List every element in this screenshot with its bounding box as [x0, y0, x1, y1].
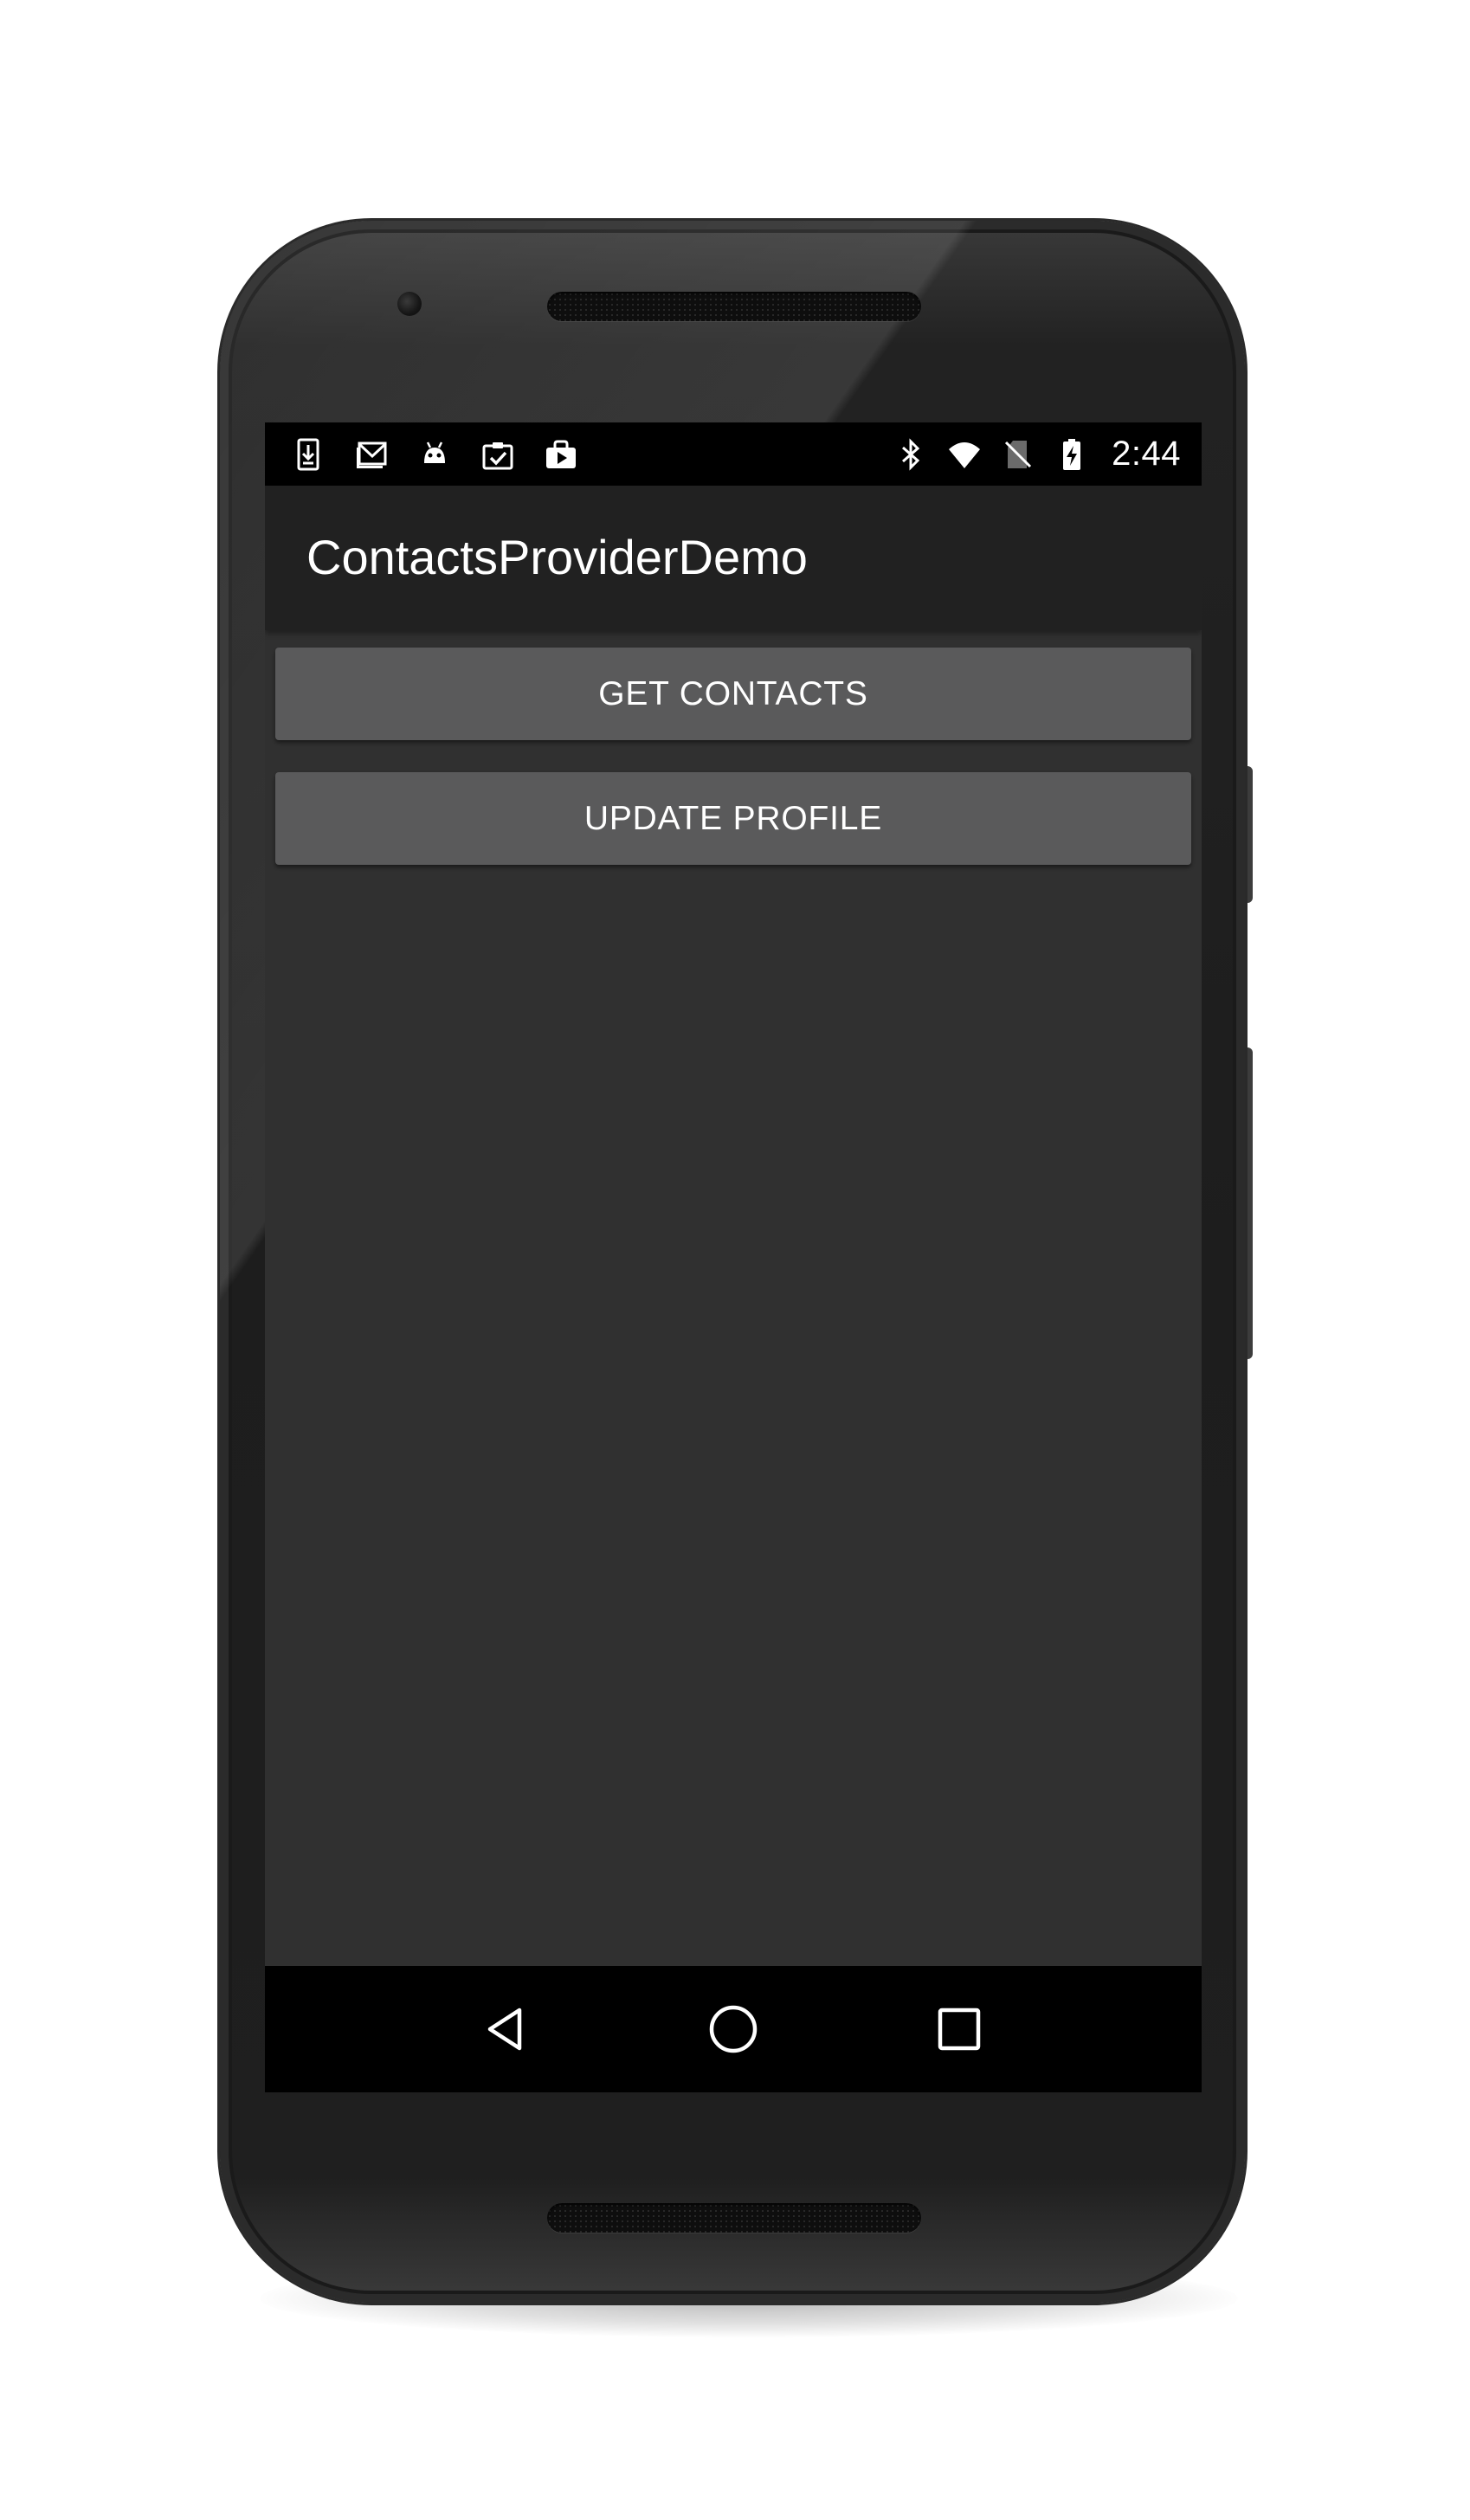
no-sim-icon: [1001, 437, 1035, 472]
play-store-icon: [544, 437, 578, 472]
app-title: ContactsProviderDemo: [306, 530, 808, 584]
system-icons: 2:44: [893, 422, 1181, 486]
status-clock: 2:44: [1112, 435, 1181, 473]
notification-icons: [291, 422, 578, 486]
battery-charging-icon: [1054, 437, 1089, 472]
product-shot: 2:44 ContactsProviderDemo GET CONTACTS U…: [0, 0, 1470, 2520]
status-bar: 2:44: [265, 422, 1202, 486]
android-icon: [417, 437, 452, 472]
top-speaker-grille: [547, 292, 921, 321]
volume-rocker: [1244, 1047, 1253, 1359]
back-button[interactable]: [468, 1990, 546, 2068]
clipboard-check-icon: [480, 437, 515, 472]
download-icon: [291, 437, 326, 472]
phone-frame: 2:44 ContactsProviderDemo GET CONTACTS U…: [220, 221, 1245, 2303]
wifi-icon: [947, 437, 982, 472]
home-button[interactable]: [694, 1990, 772, 2068]
get-contacts-button[interactable]: GET CONTACTS: [275, 648, 1191, 740]
recents-icon: [938, 2008, 980, 2051]
front-camera: [397, 292, 422, 316]
main-content: GET CONTACTS UPDATE PROFILE: [265, 630, 1202, 2005]
power-button: [1244, 766, 1253, 903]
bottom-speaker-grille: [547, 2203, 921, 2233]
navigation-bar: [265, 1966, 1202, 2092]
bluetooth-icon: [893, 437, 928, 472]
back-icon: [488, 2008, 522, 2051]
device-screen: 2:44 ContactsProviderDemo GET CONTACTS U…: [265, 422, 1202, 2092]
recents-button[interactable]: [920, 1990, 998, 2068]
action-bar: ContactsProviderDemo: [265, 486, 1202, 630]
gmail-icon: [354, 437, 389, 472]
update-profile-button[interactable]: UPDATE PROFILE: [275, 772, 1191, 865]
home-icon: [709, 2005, 758, 2053]
